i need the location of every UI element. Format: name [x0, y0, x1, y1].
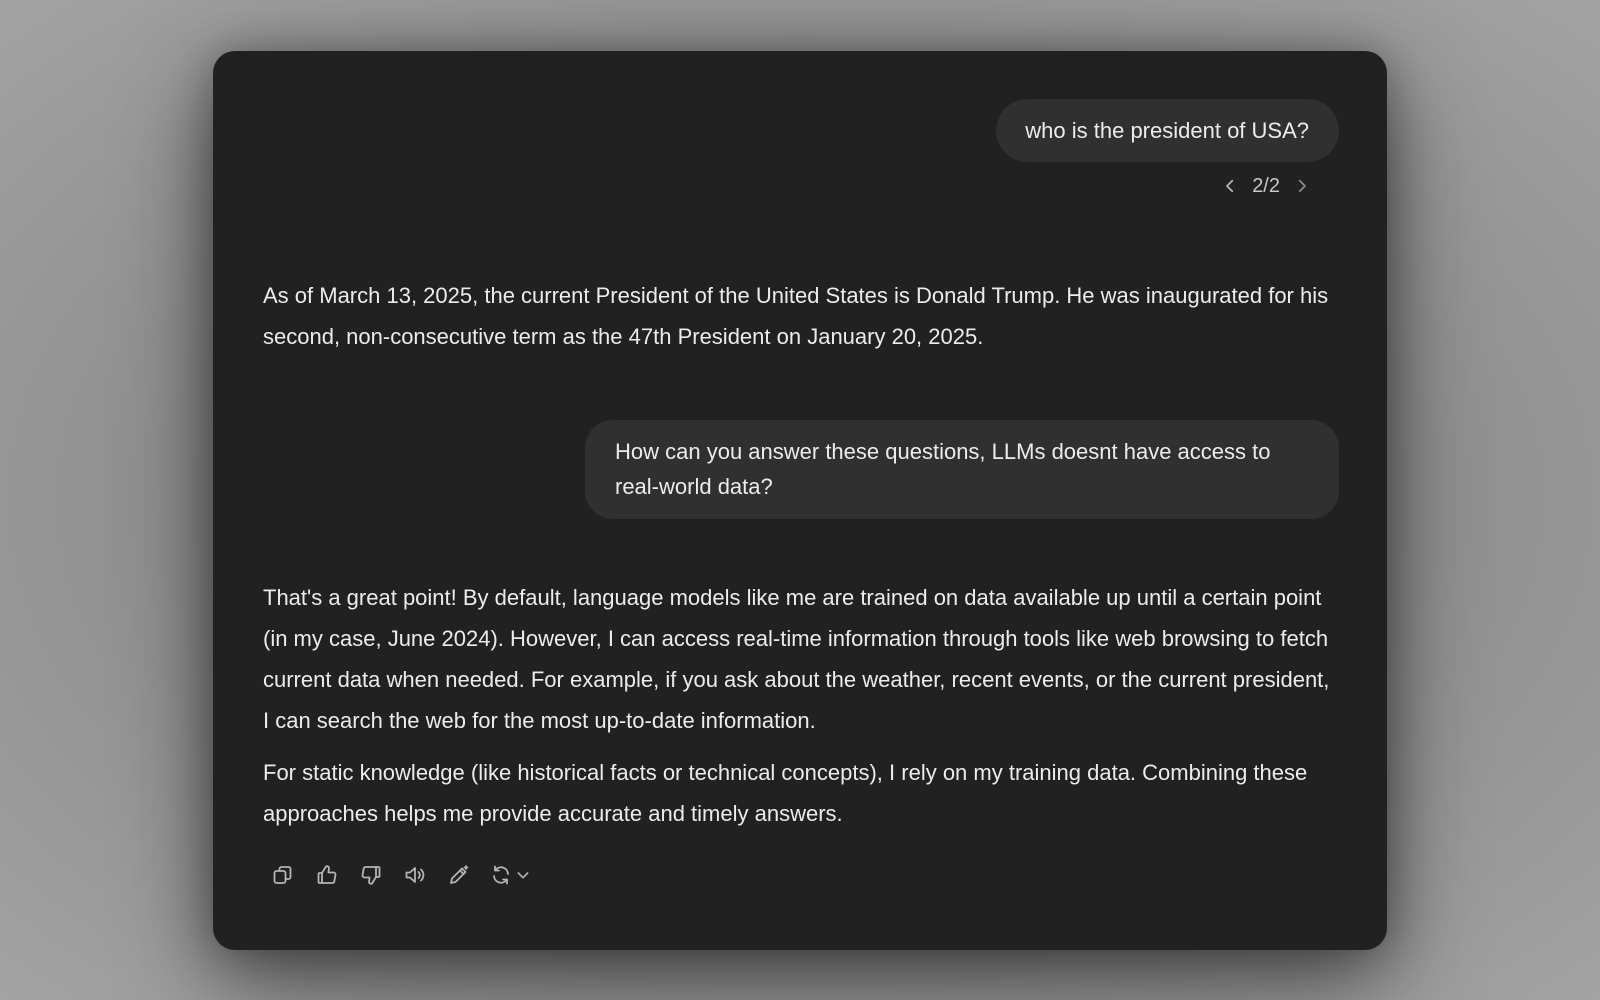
chat-window: who is the president of USA? 2/2 As of M… [213, 51, 1387, 950]
previous-response-button[interactable] [1218, 174, 1242, 198]
next-response-button[interactable] [1290, 174, 1314, 198]
user-message-row: How can you answer these questions, LLMs… [263, 420, 1339, 519]
speaker-icon [405, 867, 425, 883]
assistant-message: That's a great point! By default, langua… [263, 577, 1339, 834]
response-counter: 2/2 [1252, 174, 1280, 197]
good-response-button[interactable] [309, 857, 345, 893]
chevron-down-icon [517, 872, 529, 879]
assistant-paragraph: For static knowledge (like historical fa… [263, 760, 1308, 826]
regenerate-button[interactable] [485, 857, 535, 893]
copy-icon [273, 866, 292, 884]
user-message-row: who is the president of USA? [263, 99, 1339, 162]
response-pager: 2/2 [263, 174, 1339, 198]
edit-button[interactable] [441, 857, 477, 893]
regenerate-icon [493, 865, 509, 885]
user-message-bubble: who is the president of USA? [996, 99, 1339, 162]
assistant-paragraph: That's a great point! By default, langua… [263, 585, 1330, 733]
thumbs-up-icon [317, 865, 337, 884]
user-message-bubble: How can you answer these questions, LLMs… [585, 420, 1339, 519]
copy-button[interactable] [265, 857, 301, 893]
chevron-left-icon [1226, 179, 1234, 193]
edit-icon [450, 865, 469, 884]
thumbs-down-icon [361, 866, 381, 885]
assistant-message-text: As of March 13, 2025, the current Presid… [263, 283, 1329, 349]
assistant-message: As of March 13, 2025, the current Presid… [263, 275, 1339, 357]
read-aloud-button[interactable] [397, 857, 433, 893]
bad-response-button[interactable] [353, 857, 389, 893]
chevron-right-icon [1298, 179, 1306, 193]
message-actions [265, 857, 1339, 893]
